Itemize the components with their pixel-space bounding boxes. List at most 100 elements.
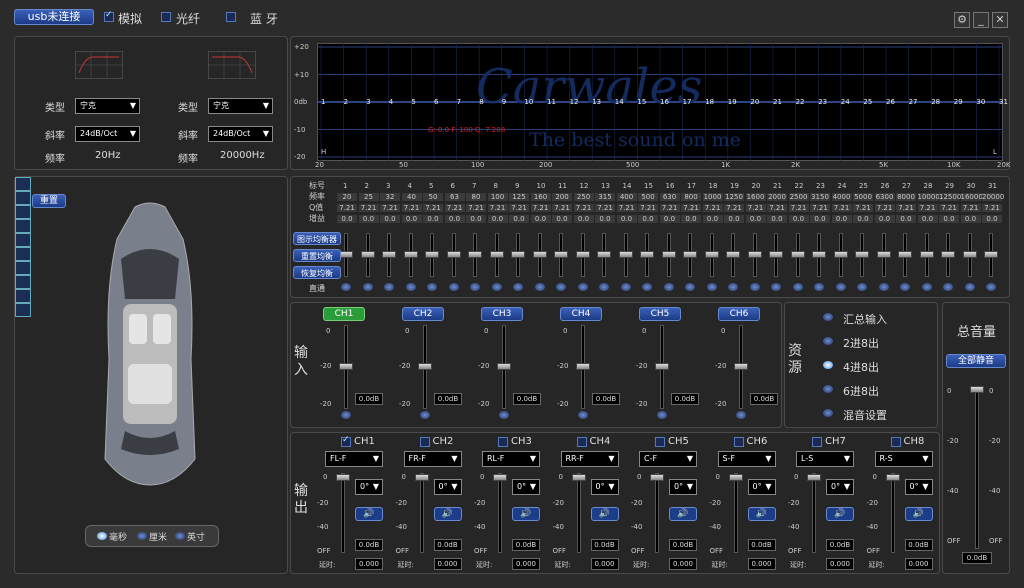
eq-band-freq[interactable]: 20 [337, 193, 357, 201]
eq-band-slider[interactable] [833, 251, 848, 258]
band-marker[interactable]: 22 [796, 98, 805, 106]
band-marker[interactable]: 8 [479, 98, 483, 106]
eq-band-slider[interactable] [919, 251, 934, 258]
eq-band-gain[interactable]: 0.0 [530, 215, 551, 223]
band-marker[interactable]: 29 [954, 98, 963, 106]
speaker-volume-icon[interactable]: 🔊 [669, 507, 697, 521]
eq-band-freq[interactable]: 1000 [702, 193, 723, 201]
eq-band-gain[interactable]: 0.0 [874, 215, 895, 223]
output-channel-select[interactable]: FL-F [325, 451, 383, 467]
eq-band-knob[interactable] [878, 283, 889, 291]
eq-band-knob[interactable] [427, 283, 437, 291]
output-phase-select[interactable]: 0° [747, 479, 776, 495]
speaker-icon[interactable] [15, 219, 31, 233]
output-slider[interactable] [728, 474, 743, 481]
band-marker[interactable]: 10 [524, 98, 533, 106]
output-channel-select[interactable]: RR-F [560, 451, 619, 467]
eq-band-knob[interactable] [986, 283, 996, 291]
eq-band-slider[interactable] [597, 251, 611, 258]
delay-value[interactable]: 0.000 [355, 558, 383, 570]
eq-band-q[interactable]: 7.21 [896, 204, 916, 212]
eq-band-gain[interactable]: 0.0 [552, 215, 572, 223]
source-option-label[interactable]: 混音设置 [843, 407, 887, 423]
eq-band-freq[interactable]: 160 [530, 193, 551, 201]
source-option-label[interactable]: 汇总输入 [843, 311, 887, 327]
band-marker[interactable]: 4 [389, 98, 393, 106]
band-marker[interactable]: 20 [750, 98, 759, 106]
input-channel-button[interactable]: CH4 [560, 307, 602, 321]
eq-band-freq[interactable]: 630 [659, 193, 680, 201]
eq-band-freq[interactable]: 800 [681, 193, 701, 201]
eq-band-gain[interactable]: 0.0 [509, 215, 529, 223]
eq-band-q[interactable]: 7.21 [466, 204, 486, 212]
eq-band-freq[interactable]: 50 [423, 193, 443, 201]
eq-band-knob[interactable] [685, 283, 695, 291]
eq-band-freq[interactable]: 12500 [939, 193, 961, 201]
eq-band-q[interactable]: 7.21 [487, 204, 508, 212]
output-channel-checkbox[interactable] [576, 437, 587, 447]
eq-band-freq[interactable]: 80 [466, 193, 486, 201]
speaker-icon[interactable] [15, 191, 31, 205]
delay-value[interactable]: 0.000 [747, 558, 776, 570]
eq-band-gain[interactable]: 0.0 [831, 215, 852, 223]
unit-label[interactable]: 英寸 [187, 530, 205, 543]
eq-band-slider[interactable] [468, 251, 482, 258]
output-slider[interactable] [336, 474, 350, 481]
eq-band-gain[interactable]: 0.0 [401, 215, 422, 223]
eq-band-slider[interactable] [511, 251, 525, 258]
speaker-icon[interactable] [15, 303, 31, 317]
band-marker[interactable]: 13 [592, 98, 601, 106]
eq-band-freq[interactable]: 16000 [960, 193, 983, 201]
band-marker[interactable]: 28 [931, 98, 940, 106]
speaker-icon[interactable] [15, 247, 31, 261]
band-marker[interactable]: 25 [863, 98, 872, 106]
minimize-icon[interactable]: _ [973, 12, 989, 28]
band-marker[interactable]: 9 [502, 98, 506, 106]
eq-band-slider[interactable] [575, 251, 590, 258]
left-freq-value[interactable]: 20Hz [95, 150, 121, 161]
band-marker[interactable]: 1 [321, 98, 325, 106]
right-slope-select[interactable]: 24dB/Oct [208, 126, 273, 142]
output-track[interactable] [341, 473, 345, 553]
eq-band-knob[interactable] [556, 283, 566, 291]
eq-band-slider[interactable] [984, 251, 998, 258]
eq-band-freq[interactable]: 315 [595, 193, 615, 201]
eq-band-knob[interactable] [943, 283, 953, 291]
speaker-volume-icon[interactable]: 🔊 [590, 507, 619, 521]
close-icon[interactable]: ✕ [992, 12, 1008, 28]
output-slider[interactable] [807, 474, 821, 481]
eq-band-knob[interactable] [577, 283, 588, 291]
eq-band-slider[interactable] [683, 251, 697, 258]
eq-band-knob[interactable] [706, 283, 717, 291]
source-option-label[interactable]: 2进8出 [843, 335, 879, 351]
eq-band-q[interactable]: 7.21 [960, 204, 981, 212]
eq-band-knob[interactable] [405, 283, 416, 291]
eq-band-knob[interactable] [814, 283, 824, 291]
input-slider[interactable] [576, 363, 590, 370]
eq-band-slider[interactable] [704, 251, 719, 258]
eq-band-q[interactable]: 7.21 [917, 204, 938, 212]
input-slider[interactable] [655, 363, 669, 370]
input-slider[interactable] [497, 363, 511, 370]
eq-band-slider[interactable] [812, 251, 826, 258]
eq-band-slider[interactable] [532, 251, 547, 258]
eq-band-knob[interactable] [728, 283, 738, 291]
speaker-volume-icon[interactable]: 🔊 [826, 507, 854, 521]
output-phase-select[interactable]: 0° [512, 479, 540, 495]
output-phase-select[interactable]: 0° [355, 479, 383, 495]
eq-band-gain[interactable]: 0.0 [702, 215, 723, 223]
eq-band-knob[interactable] [835, 283, 846, 291]
eq-band-freq[interactable]: 6300 [874, 193, 895, 201]
eq-band-gain[interactable]: 0.0 [487, 215, 508, 223]
eq-band-q[interactable]: 7.21 [337, 204, 357, 212]
eq-band-gain[interactable]: 0.0 [444, 215, 465, 223]
output-channel-select[interactable]: RL-F [482, 451, 540, 467]
eq-band-q[interactable]: 7.21 [745, 204, 766, 212]
input-slider[interactable] [734, 363, 748, 370]
eq-band-gain[interactable]: 0.0 [767, 215, 787, 223]
eq-band-slider[interactable] [403, 251, 418, 258]
eq-band-gain[interactable]: 0.0 [466, 215, 486, 223]
eq-band-gain[interactable]: 0.0 [960, 215, 981, 223]
band-marker[interactable]: 14 [615, 98, 624, 106]
output-channel-select[interactable]: S-F [717, 451, 776, 467]
